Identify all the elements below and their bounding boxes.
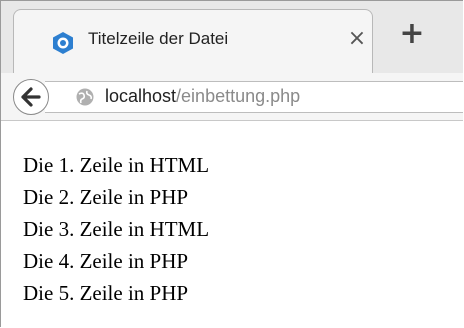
url-text[interactable]: localhost/einbettung.php [105, 86, 300, 107]
content-line: Die 2. Zeile in PHP [23, 185, 189, 209]
browser-window: Titelzeile der Datei × + localhost/einbe… [0, 0, 463, 327]
tab-active[interactable]: Titelzeile der Datei × [13, 9, 373, 73]
close-tab-icon[interactable]: × [344, 26, 370, 52]
navigation-bar: localhost/einbettung.php [1, 73, 463, 121]
tab-title: Titelzeile der Datei [88, 29, 229, 48]
content-line: Die 5. Zeile in PHP [23, 281, 189, 305]
back-button[interactable] [13, 79, 49, 115]
page-content: Die 1. Zeile in HTML Die 2. Zeile in PHP… [1, 121, 463, 327]
tab-strip: Titelzeile der Datei × + [1, 1, 463, 73]
url-path: /einbettung.php [176, 86, 301, 106]
content-line: Die 1. Zeile in HTML [23, 153, 210, 177]
globe-icon[interactable] [75, 87, 95, 107]
url-host: localhost [105, 86, 177, 106]
app-logo-icon [53, 32, 73, 54]
new-tab-button[interactable]: + [395, 17, 429, 51]
content-line: Die 4. Zeile in PHP [23, 249, 189, 273]
content-lines: Die 1. Zeile in HTML Die 2. Zeile in PHP… [23, 149, 209, 309]
back-arrow-icon [21, 87, 41, 107]
content-line: Die 3. Zeile in HTML [23, 217, 210, 241]
